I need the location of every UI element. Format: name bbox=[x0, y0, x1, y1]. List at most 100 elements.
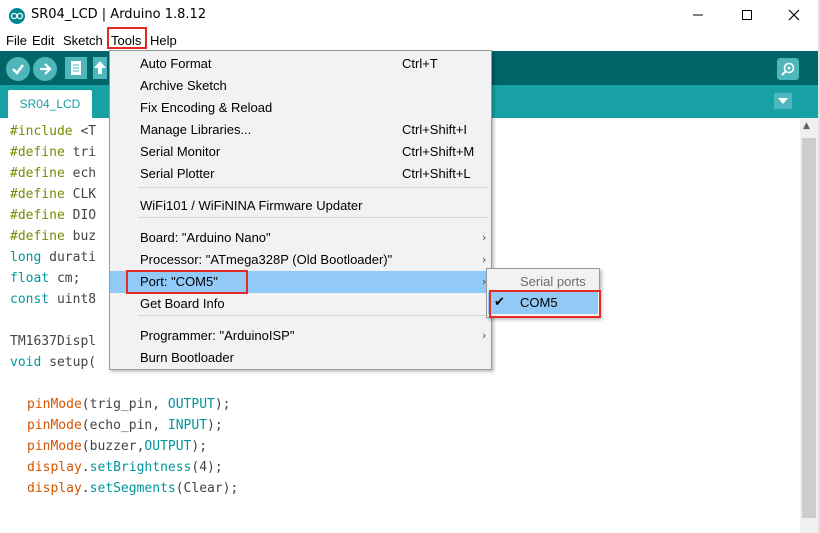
com5-highlight-box bbox=[489, 290, 601, 318]
menu-file[interactable]: File bbox=[6, 33, 27, 48]
tools-menu-item[interactable]: Programmer: "ArduinoISP" › bbox=[110, 325, 491, 347]
code-text: <T bbox=[72, 124, 97, 139]
code-token: ); bbox=[191, 439, 208, 454]
code-text: buz bbox=[64, 229, 97, 244]
menu-separator bbox=[138, 315, 488, 316]
code-text: setup( bbox=[41, 355, 97, 370]
code-token: setSegments bbox=[89, 481, 176, 496]
menu-item-label: WiFi101 / WiFiNINA Firmware Updater bbox=[140, 198, 363, 213]
menu-item-label: Processor: "ATmega328P (Old Bootloader)" bbox=[140, 252, 393, 267]
menu-item-label: Archive Sketch bbox=[140, 78, 227, 93]
code-line: display.setBrightness(4); bbox=[27, 460, 223, 475]
code-text: TM1637Displ bbox=[10, 334, 97, 349]
menu-item-label: Serial Monitor bbox=[140, 144, 221, 159]
code-line: TM1637Displ bbox=[10, 334, 96, 349]
tools-menu-item[interactable]: Manage Libraries... Ctrl+Shift+I bbox=[110, 119, 491, 141]
tools-menu-item[interactable]: Board: "Arduino Nano" › bbox=[110, 227, 491, 249]
code-keyword: #include bbox=[10, 124, 73, 139]
tools-menu-item[interactable]: Auto Format Ctrl+T bbox=[110, 53, 491, 75]
code-line: pinMode(trig_pin, OUTPUT); bbox=[27, 397, 231, 412]
tools-highlight-box bbox=[107, 27, 147, 49]
code-line: #define tri bbox=[10, 145, 96, 160]
upload-icon[interactable] bbox=[33, 57, 57, 81]
code-token: display bbox=[27, 481, 82, 496]
menu-item-label: Serial Plotter bbox=[140, 166, 215, 181]
maximize-icon[interactable] bbox=[732, 4, 762, 26]
submenu-arrow-icon: › bbox=[482, 329, 487, 342]
tools-menu-item[interactable]: Processor: "ATmega328P (Old Bootloader)"… bbox=[110, 249, 491, 271]
code-token: display bbox=[27, 460, 82, 475]
code-line: const uint8 bbox=[10, 292, 96, 307]
arduino-logo-icon bbox=[9, 8, 25, 24]
code-keyword: #define bbox=[10, 229, 65, 244]
code-keyword: void bbox=[10, 355, 42, 370]
code-token: . bbox=[81, 460, 90, 475]
close-icon[interactable] bbox=[779, 4, 809, 26]
menu-item-label: Fix Encoding & Reload bbox=[140, 100, 273, 115]
tools-menu-item[interactable]: Fix Encoding & Reload bbox=[110, 97, 491, 119]
code-line: #define ech bbox=[10, 166, 96, 181]
scrollbar-thumb[interactable] bbox=[802, 138, 816, 518]
menu-item-shortcut: Ctrl+Shift+I bbox=[402, 122, 468, 137]
submenu-arrow-icon: › bbox=[482, 231, 487, 244]
menu-help[interactable]: Help bbox=[150, 33, 177, 48]
code-token: (4); bbox=[191, 460, 223, 475]
tools-menu-item[interactable]: Burn Bootloader bbox=[110, 347, 491, 369]
code-line: #define buz bbox=[10, 229, 96, 244]
tools-menu-item[interactable]: Serial Monitor Ctrl+Shift+M bbox=[110, 141, 491, 163]
code-token: (Clear); bbox=[175, 481, 239, 496]
code-text: CLK bbox=[64, 187, 97, 202]
code-text: cm; bbox=[49, 271, 81, 286]
window-title: SR04_LCD | Arduino 1.8.12 bbox=[31, 7, 207, 22]
tools-menu-item[interactable]: Serial Plotter Ctrl+Shift+L bbox=[110, 163, 491, 185]
code-text: DIO bbox=[64, 208, 97, 223]
code-line: display.setSegments(Clear); bbox=[27, 481, 238, 496]
code-line: pinMode(buzzer,OUTPUT); bbox=[27, 439, 207, 454]
code-text: tri bbox=[64, 145, 97, 160]
menu-item-label: Board: "Arduino Nano" bbox=[140, 230, 271, 245]
code-token: ); bbox=[214, 397, 231, 412]
menu-separator bbox=[138, 187, 488, 188]
code-token: setBrightness bbox=[89, 460, 192, 475]
tools-menu-item[interactable]: Archive Sketch bbox=[110, 75, 491, 97]
tab-menu-icon[interactable] bbox=[774, 93, 792, 109]
menu-edit[interactable]: Edit bbox=[32, 33, 54, 48]
serial-monitor-icon[interactable] bbox=[777, 58, 799, 80]
code-text: durati bbox=[41, 250, 97, 265]
menu-item-shortcut: Ctrl+T bbox=[402, 56, 438, 71]
code-token: (buzzer, bbox=[81, 439, 145, 454]
tools-menu-item[interactable]: WiFi101 / WiFiNINA Firmware Updater bbox=[110, 195, 491, 217]
menu-item-label: Burn Bootloader bbox=[140, 350, 234, 365]
code-token: pinMode bbox=[27, 418, 82, 433]
code-line: long durati bbox=[10, 250, 96, 265]
code-keyword: #define bbox=[10, 166, 65, 181]
tools-dropdown-menu: Auto Format Ctrl+T Archive Sketch Fix Encod… bbox=[109, 50, 492, 370]
menu-item-shortcut: Ctrl+Shift+M bbox=[402, 144, 475, 159]
open-icon[interactable] bbox=[93, 57, 107, 79]
tab-sr04-lcd[interactable]: SR04_LCD bbox=[8, 90, 92, 118]
menu-item-label: Manage Libraries... bbox=[140, 122, 252, 137]
scroll-up-icon[interactable]: ▲ bbox=[803, 121, 810, 131]
code-token: pinMode bbox=[27, 439, 82, 454]
code-keyword: #define bbox=[10, 187, 65, 202]
port-highlight-box bbox=[126, 270, 248, 294]
minimize-icon[interactable] bbox=[683, 4, 713, 26]
code-token: (trig_pin, bbox=[81, 397, 168, 412]
code-token: . bbox=[81, 481, 90, 496]
code-keyword: #define bbox=[10, 145, 65, 160]
code-text: uint8 bbox=[49, 292, 97, 307]
code-line: pinMode(echo_pin, INPUT); bbox=[27, 418, 223, 433]
serial-ports-header: Serial ports bbox=[520, 274, 586, 289]
code-keyword: long bbox=[10, 250, 42, 265]
menu-item-shortcut: Ctrl+Shift+L bbox=[402, 166, 471, 181]
code-line: float cm; bbox=[10, 271, 80, 286]
code-keyword: float bbox=[10, 271, 50, 286]
new-icon[interactable] bbox=[65, 57, 87, 79]
menu-sketch[interactable]: Sketch bbox=[63, 33, 103, 48]
code-line: #define DIO bbox=[10, 208, 96, 223]
verify-icon[interactable] bbox=[6, 57, 30, 81]
code-token: INPUT bbox=[167, 418, 208, 433]
tools-menu-item[interactable]: Get Board Info bbox=[110, 293, 491, 315]
code-token: OUTPUT bbox=[144, 439, 192, 454]
menu-item-label: Get Board Info bbox=[140, 296, 225, 311]
